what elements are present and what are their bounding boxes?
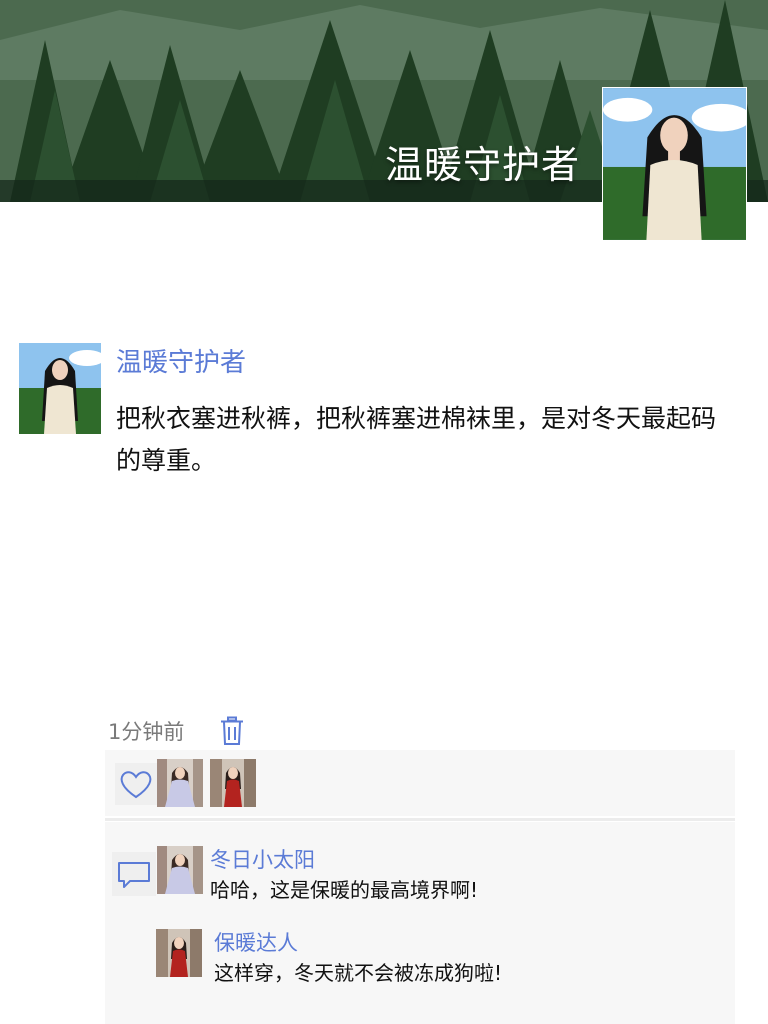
post-timestamp: 1分钟前: [108, 720, 185, 744]
comment-bubble-icon: [118, 862, 150, 888]
post-author-avatar[interactable]: [19, 343, 101, 434]
portrait-avatar-icon: [210, 759, 256, 807]
profile-name: 温暖守护者: [384, 143, 580, 187]
comment-button[interactable]: [112, 852, 156, 896]
profile-avatar[interactable]: [602, 87, 747, 241]
portrait-avatar-icon: [19, 343, 101, 434]
like-button[interactable]: [115, 763, 157, 805]
comment-text: 哈哈，这是保暖的最高境界啊!: [210, 878, 479, 902]
likes-panel: [105, 750, 735, 816]
portrait-avatar-icon: [157, 846, 203, 894]
comment-author[interactable]: 保暖达人: [214, 927, 298, 957]
like-avatar-1[interactable]: [157, 759, 203, 807]
like-avatar-2[interactable]: [210, 759, 256, 807]
post-author-name[interactable]: 温暖守护者: [116, 342, 246, 379]
portrait-avatar-icon: [156, 929, 202, 977]
section-divider: [105, 818, 735, 821]
comment-text: 这样穿，冬天就不会被冻成狗啦!: [214, 961, 503, 985]
trash-icon[interactable]: [219, 716, 245, 746]
comment-author[interactable]: 冬日小太阳: [210, 844, 315, 874]
portrait-avatar-icon: [157, 759, 203, 807]
comment-avatar[interactable]: [157, 846, 203, 894]
post-content: 把秋衣塞进秋裤，把秋裤塞进棉袜里，是对冬天最起码的尊重。: [116, 404, 717, 475]
portrait-avatar-icon: [603, 88, 746, 240]
reply-avatar[interactable]: [156, 929, 202, 977]
comments-panel: 冬日小太阳 哈哈，这是保暖的最高境界啊! 保暖达人 这样穿，冬天就不会被冻成狗啦…: [105, 822, 735, 1024]
heart-icon: [120, 771, 152, 799]
